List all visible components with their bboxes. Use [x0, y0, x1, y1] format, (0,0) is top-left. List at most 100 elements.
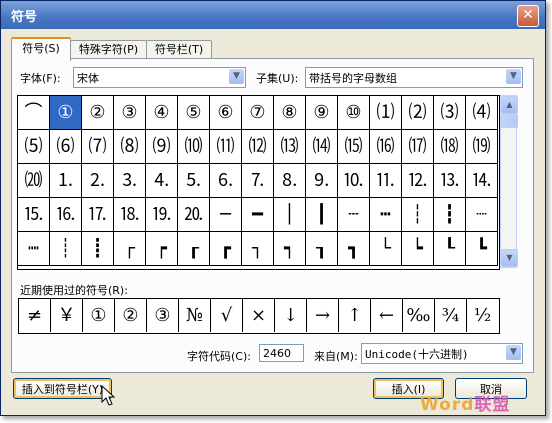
symbol-cell[interactable]: ┈ — [466, 198, 498, 232]
symbol-cell[interactable]: ⑿ — [242, 130, 274, 164]
symbol-cell[interactable]: ┊ — [50, 232, 82, 266]
recent-symbol-cell[interactable]: ② — [115, 299, 147, 332]
tab-special-chars[interactable]: 特殊字符(P) — [70, 40, 147, 59]
recent-symbol-cell[interactable]: № — [179, 299, 211, 332]
symbol-cell[interactable]: ⑧ — [274, 96, 306, 130]
symbol-cell[interactable]: ┒ — [306, 232, 338, 266]
symbol-cell[interactable]: ┋ — [82, 232, 114, 266]
symbol-cell[interactable]: ┄ — [338, 198, 370, 232]
symbol-cell[interactable]: ⌒ — [18, 96, 50, 130]
symbol-cell[interactable]: ⑽ — [178, 130, 210, 164]
subset-select[interactable]: 带括号的字母数组 ▼ — [305, 67, 523, 88]
recent-symbol-cell[interactable]: ‰ — [403, 299, 435, 332]
symbol-cell[interactable]: ⒖ — [18, 198, 50, 232]
symbol-cell[interactable]: ⑾ — [210, 130, 242, 164]
symbol-cell[interactable]: ━ — [242, 198, 274, 232]
symbol-cell[interactable]: ⒘ — [82, 198, 114, 232]
symbol-cell[interactable]: ┓ — [338, 232, 370, 266]
symbol-cell[interactable]: ⒃ — [370, 130, 402, 164]
symbol-cell[interactable]: ⑴ — [370, 96, 402, 130]
symbol-cell[interactable]: ┑ — [274, 232, 306, 266]
symbol-cell[interactable]: ⑼ — [146, 130, 178, 164]
recent-symbol-cell[interactable]: ③ — [147, 299, 179, 332]
symbol-cell[interactable]: ⒁ — [306, 130, 338, 164]
symbol-cell[interactable]: ┐ — [242, 232, 274, 266]
symbol-cell[interactable]: ⑹ — [50, 130, 82, 164]
symbol-cell[interactable]: ⑥ — [210, 96, 242, 130]
recent-symbol-cell[interactable]: ¾ — [435, 299, 467, 332]
symbol-cell[interactable]: ⑤ — [178, 96, 210, 130]
symbol-cell[interactable]: ⒚ — [146, 198, 178, 232]
chevron-down-icon[interactable]: ▼ — [506, 345, 521, 360]
chevron-down-icon[interactable]: ▼ — [506, 69, 521, 84]
char-code-input[interactable]: 2460 — [259, 344, 304, 362]
scroll-up-button[interactable]: ▲ — [501, 96, 518, 114]
symbol-cell[interactable]: ┃ — [306, 198, 338, 232]
recent-symbol-cell[interactable]: ① — [83, 299, 115, 332]
tab-symbol-bar[interactable]: 符号栏(T) — [146, 40, 212, 59]
symbol-cell[interactable]: ┆ — [402, 198, 434, 232]
symbol-cell[interactable]: ⑨ — [306, 96, 338, 130]
insert-to-bar-button[interactable]: 插入到符号栏(Y) — [13, 378, 112, 399]
symbol-cell[interactable]: ⒒ — [370, 164, 402, 198]
symbol-cell[interactable]: │ — [274, 198, 306, 232]
symbol-cell[interactable]: ⒍ — [210, 164, 242, 198]
recent-symbol-cell[interactable]: → — [307, 299, 339, 332]
tab-symbols[interactable]: 符号(S) — [11, 37, 71, 61]
symbol-cell[interactable]: ┎ — [178, 232, 210, 266]
recent-symbol-cell[interactable]: × — [243, 299, 275, 332]
symbol-cell[interactable]: ⑩ — [338, 96, 370, 130]
symbol-cell[interactable]: ─ — [210, 198, 242, 232]
symbol-cell[interactable]: ⑺ — [82, 130, 114, 164]
symbol-cell[interactable]: ⑵ — [402, 96, 434, 130]
symbol-cell[interactable]: ┍ — [146, 232, 178, 266]
symbol-cell[interactable]: ⒛ — [178, 198, 210, 232]
chevron-down-icon[interactable]: ▼ — [229, 69, 244, 84]
recent-symbol-cell[interactable]: ↑ — [339, 299, 371, 332]
symbol-cell[interactable]: ⒈ — [50, 164, 82, 198]
symbol-cell[interactable]: ⒗ — [50, 198, 82, 232]
recent-symbol-cell[interactable]: ￥ — [51, 299, 83, 332]
symbol-cell[interactable]: ⒑ — [338, 164, 370, 198]
symbol-cell[interactable]: ⒌ — [178, 164, 210, 198]
recent-symbol-cell[interactable]: ≠ — [19, 299, 51, 332]
from-select[interactable]: Unicode(十六进制) ▼ — [361, 343, 523, 364]
symbol-cell[interactable]: ⑸ — [18, 130, 50, 164]
recent-symbol-cell[interactable]: ½ — [467, 299, 498, 332]
symbol-cell[interactable]: ⒆ — [466, 130, 498, 164]
symbol-cell[interactable]: ⒔ — [434, 164, 466, 198]
symbol-cell[interactable]: ┖ — [434, 232, 466, 266]
font-select[interactable]: 宋体 ▼ — [73, 67, 246, 88]
symbol-cell[interactable]: ┏ — [210, 232, 242, 266]
scroll-down-button[interactable]: ▼ — [501, 249, 518, 267]
symbol-cell[interactable]: ⒐ — [306, 164, 338, 198]
symbol-cell[interactable]: ⑷ — [466, 96, 498, 130]
symbol-cell[interactable]: ┅ — [370, 198, 402, 232]
symbol-cell[interactable]: ┉ — [18, 232, 50, 266]
symbol-cell[interactable]: ⒂ — [338, 130, 370, 164]
scroll-thumb[interactable] — [501, 114, 518, 128]
symbol-cell[interactable]: └ — [370, 232, 402, 266]
symbol-cell[interactable]: ⒊ — [114, 164, 146, 198]
symbol-cell[interactable]: ⑶ — [434, 96, 466, 130]
symbol-cell[interactable]: ④ — [146, 96, 178, 130]
close-button[interactable]: ✕ — [517, 5, 539, 27]
title-bar[interactable]: 符号 ✕ — [1, 1, 545, 29]
recent-symbol-cell[interactable]: √ — [211, 299, 243, 332]
symbol-cell[interactable]: ① — [50, 96, 82, 130]
symbol-cell[interactable]: ⒄ — [402, 130, 434, 164]
symbol-cell[interactable]: ② — [82, 96, 114, 130]
symbol-cell[interactable]: ┇ — [434, 198, 466, 232]
symbol-cell[interactable]: ⒏ — [274, 164, 306, 198]
grid-scrollbar[interactable]: ▲ ▼ — [500, 95, 518, 268]
recent-symbol-cell[interactable]: ← — [371, 299, 403, 332]
symbol-cell[interactable]: ⒓ — [402, 164, 434, 198]
symbol-cell[interactable]: ⒋ — [146, 164, 178, 198]
symbol-cell[interactable]: ⒎ — [242, 164, 274, 198]
symbol-cell[interactable]: ⒇ — [18, 164, 50, 198]
symbol-cell[interactable]: ⑻ — [114, 130, 146, 164]
symbol-cell[interactable]: ┌ — [114, 232, 146, 266]
symbol-cell[interactable]: ⑦ — [242, 96, 274, 130]
symbol-cell[interactable]: ┗ — [466, 232, 498, 266]
symbol-cell[interactable]: ┕ — [402, 232, 434, 266]
